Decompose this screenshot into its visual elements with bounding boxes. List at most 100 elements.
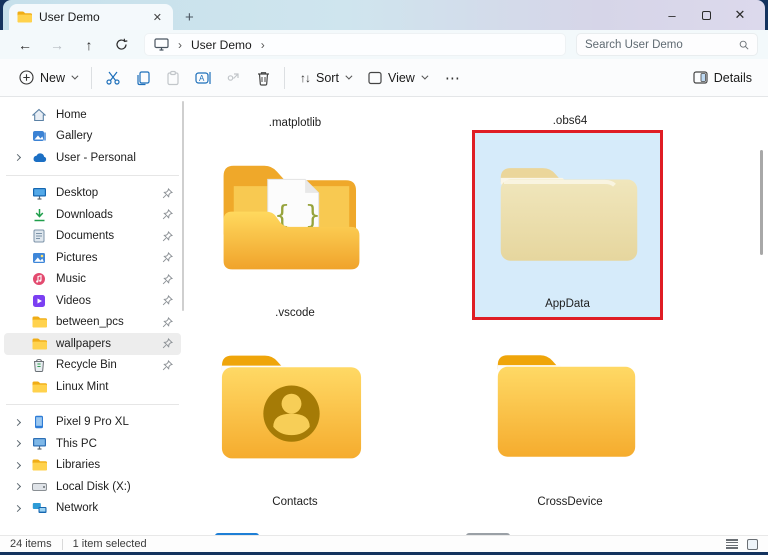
pin-icon: [162, 188, 173, 199]
sidebar-item-documents[interactable]: Documents: [4, 226, 181, 248]
selection-count: 1 item selected: [73, 538, 147, 550]
videos-icon: [31, 293, 47, 309]
sidebar-item-linux-mint[interactable]: Linux Mint: [4, 376, 181, 398]
downloads-icon: [31, 207, 47, 223]
chevron-right-icon[interactable]: [14, 440, 21, 447]
chevron-right-icon[interactable]: [14, 505, 21, 512]
sidebar-item-gallery[interactable]: Gallery: [4, 126, 181, 148]
chevron-right-icon[interactable]: [14, 154, 21, 161]
up-button[interactable]: ↑: [74, 37, 104, 53]
new-tab-button[interactable]: +: [185, 9, 194, 26]
sidebar-item-user-personal[interactable]: User - Personal: [4, 147, 181, 169]
file-label-obs64[interactable]: .obs64: [480, 115, 660, 127]
sidebar-item-label: Libraries: [56, 459, 173, 471]
pin-icon: [162, 252, 173, 263]
chevron-right-icon[interactable]: [14, 419, 21, 426]
sort-button[interactable]: ↑↓ Sort: [291, 63, 359, 93]
selected-file-appdata[interactable]: AppData: [472, 130, 663, 320]
toolbar-divider: [91, 67, 92, 89]
folder-contacts-icon[interactable]: [212, 343, 371, 471]
close-tab-icon[interactable]: ✕: [150, 11, 165, 24]
minimize-button[interactable]: –: [655, 8, 689, 23]
details-pane-icon: [693, 71, 708, 84]
tab-user-demo[interactable]: User Demo ✕: [9, 4, 173, 30]
sidebar-item-libraries[interactable]: Libraries: [4, 455, 181, 477]
file-label-vscode[interactable]: .vscode: [205, 307, 385, 319]
sidebar-item-network[interactable]: Network: [4, 498, 181, 520]
share-button[interactable]: [218, 63, 248, 93]
sidebar-item-videos[interactable]: Videos: [4, 290, 181, 312]
plus-circle-icon: [19, 70, 34, 85]
details-view-icon[interactable]: [726, 539, 738, 549]
more-options-button[interactable]: ⋯: [435, 69, 471, 87]
folder-vscode-icon[interactable]: { }: [210, 152, 373, 278]
forward-button[interactable]: →: [42, 37, 72, 53]
chevron-right-icon[interactable]: [14, 483, 21, 490]
sidebar-item-label: Network: [56, 502, 173, 514]
chevron-right-icon[interactable]: [14, 462, 21, 469]
partial-folder-icon: [466, 533, 510, 535]
sidebar-item-label: Music: [56, 273, 162, 285]
sidebar-item-recycle-bin[interactable]: Recycle Bin: [4, 355, 181, 377]
sidebar-item-wallpapers[interactable]: wallpapers: [4, 333, 181, 355]
sidebar-item-pictures[interactable]: Pictures: [4, 247, 181, 269]
sidebar-item-local-disk-x[interactable]: Local Disk (X:): [4, 476, 181, 498]
sidebar-item-label: Pixel 9 Pro XL: [56, 416, 173, 428]
view-button-label: View: [388, 71, 415, 85]
main-area: Home Gallery User - Personal Desktop Dow…: [0, 97, 768, 535]
this-pc-icon: [154, 38, 169, 51]
details-pane-button[interactable]: Details: [687, 71, 758, 85]
folder-icon: [31, 457, 47, 473]
folder-icon: [31, 314, 47, 330]
paste-button[interactable]: [158, 63, 188, 93]
file-label-contacts[interactable]: Contacts: [205, 496, 385, 508]
sidebar-item-this-pc[interactable]: This PC: [4, 433, 181, 455]
search-icon: [739, 39, 749, 51]
thumbnail-view-icon[interactable]: [747, 539, 758, 550]
breadcrumb-item-user-demo[interactable]: User Demo: [191, 38, 252, 52]
search-input[interactable]: [585, 39, 739, 51]
sidebar-item-pixel-9-pro-xl[interactable]: Pixel 9 Pro XL: [4, 412, 181, 434]
file-label-crossdevice[interactable]: CrossDevice: [480, 496, 660, 508]
file-label-matplotlib[interactable]: .matplotlib: [205, 117, 385, 129]
file-grid: .matplotlib .obs64 { } .vscode: [185, 97, 768, 535]
sidebar-item-home[interactable]: Home: [4, 104, 181, 126]
refresh-button[interactable]: [106, 38, 136, 51]
breadcrumb[interactable]: › User Demo ›: [144, 33, 566, 56]
sidebar-item-label: Local Disk (X:): [56, 481, 173, 493]
sidebar-item-music[interactable]: Music: [4, 269, 181, 291]
tab-bar: User Demo ✕ + – ✕: [3, 0, 765, 30]
sidebar-item-between-pcs[interactable]: between_pcs: [4, 312, 181, 334]
close-button[interactable]: ✕: [723, 7, 757, 23]
copy-button[interactable]: [128, 63, 158, 93]
sidebar-item-label: Downloads: [56, 209, 162, 221]
chevron-down-icon: [345, 73, 352, 80]
rename-button[interactable]: A: [188, 63, 218, 93]
cut-button[interactable]: [98, 63, 128, 93]
navigation-sidebar: Home Gallery User - Personal Desktop Dow…: [0, 97, 185, 535]
pin-icon: [162, 338, 173, 349]
pin-icon: [162, 209, 173, 220]
content-scrollbar[interactable]: [760, 150, 763, 255]
network-icon: [31, 500, 47, 516]
sidebar-item-label: Desktop: [56, 187, 162, 199]
navigation-bar: ← → ↑ › User Demo ›: [0, 30, 768, 59]
maximize-button[interactable]: [689, 8, 723, 23]
this-pc-icon: [31, 436, 47, 452]
sidebar-scrollbar[interactable]: [182, 101, 185, 311]
phone-icon: [31, 414, 47, 430]
window-controls: – ✕: [655, 0, 757, 30]
view-button[interactable]: View: [359, 63, 435, 93]
folder-crossdevice-icon[interactable]: [488, 343, 645, 469]
new-button[interactable]: New: [10, 63, 85, 93]
sidebar-item-label: Recycle Bin: [56, 359, 162, 371]
onedrive-cloud-icon: [31, 150, 47, 166]
delete-button[interactable]: [248, 63, 278, 93]
sidebar-item-label: Documents: [56, 230, 162, 242]
sidebar-item-desktop[interactable]: Desktop: [4, 183, 181, 205]
search-box[interactable]: [576, 33, 758, 56]
sidebar-item-downloads[interactable]: Downloads: [4, 204, 181, 226]
file-explorer-window: User Demo ✕ + – ✕ ← → ↑ › User Demo ›: [0, 0, 768, 552]
sidebar-item-label: wallpapers: [56, 338, 162, 350]
back-button[interactable]: ←: [10, 37, 40, 53]
